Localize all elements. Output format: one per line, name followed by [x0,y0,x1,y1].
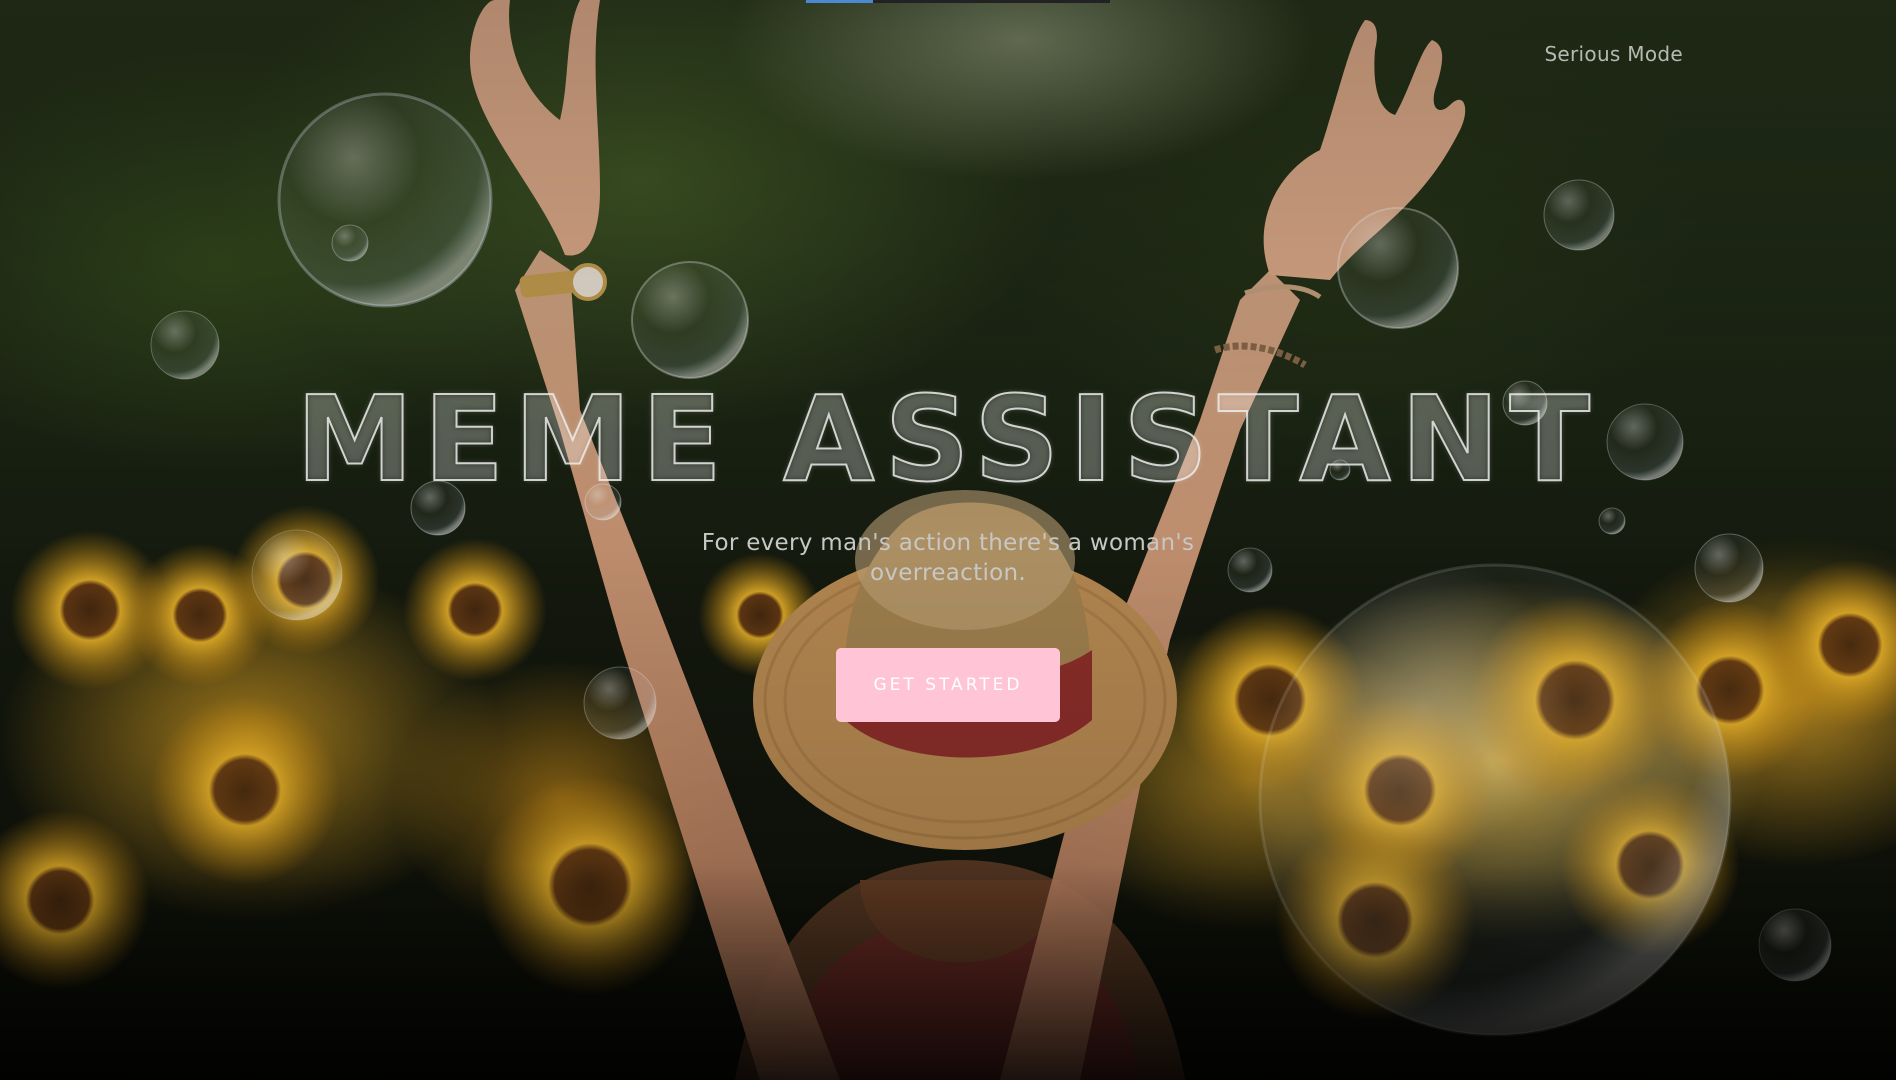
hero-section: MEME ASSISTANT For every man's action th… [0,370,1896,722]
get-started-button[interactable]: GET STARTED [836,648,1060,722]
hero-subtitle: For every man's action there's a woman's… [701,530,1195,586]
hero-title: MEME ASSISTANT [295,370,1600,508]
loading-bar [806,0,1110,3]
serious-mode-link[interactable]: Serious Mode [1544,42,1683,66]
